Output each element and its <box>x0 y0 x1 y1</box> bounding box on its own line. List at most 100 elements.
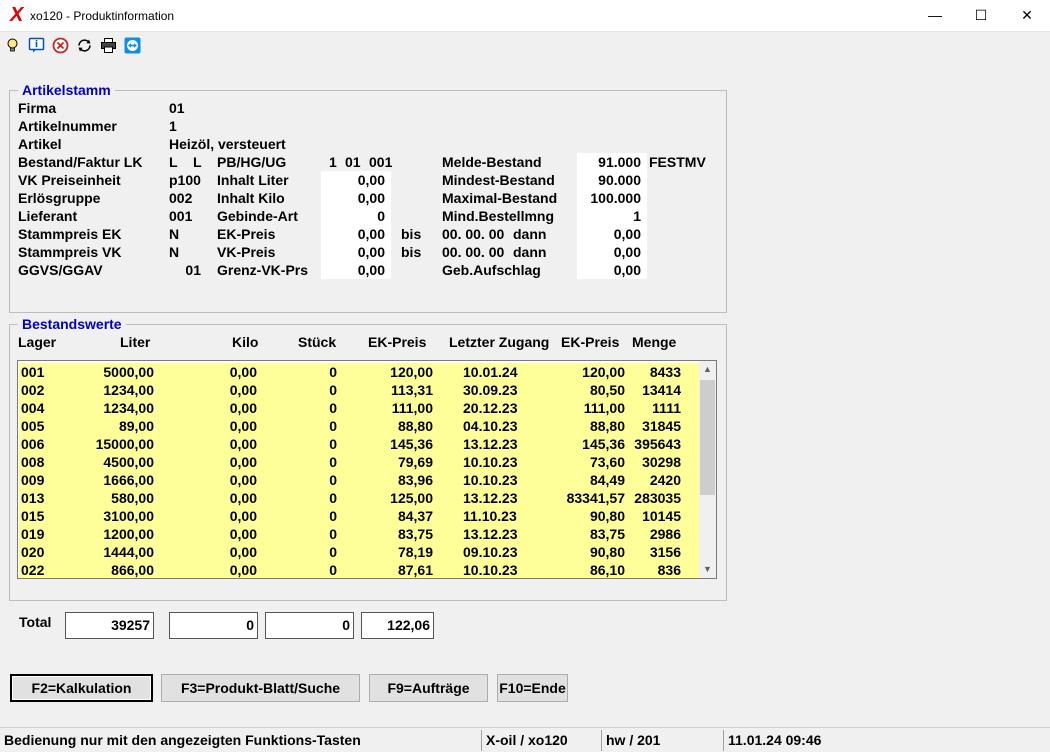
cancel-icon[interactable] <box>52 37 69 54</box>
gebinde-art-label: Gebinde-Art <box>217 208 298 224</box>
cell-stueck: 0 <box>329 382 337 398</box>
cell-liter: 89,00 <box>118 418 154 434</box>
cell-lager: 004 <box>21 400 45 416</box>
cell-menge: 836 <box>657 562 681 578</box>
cell-zugang-datum: 30.09.23 <box>463 382 518 398</box>
pb-value: 1 <box>329 154 337 170</box>
cell-stueck: 0 <box>329 454 337 470</box>
col-header-lager: Lager <box>18 334 57 350</box>
cell-liter: 1234,00 <box>103 400 154 416</box>
total-label: Total <box>19 614 52 630</box>
cell-ek-preis: 113,31 <box>390 382 433 398</box>
ug-value: 001 <box>369 154 393 170</box>
vk-dann-value: 0,00 <box>577 243 647 261</box>
lieferant-value: 001 <box>169 208 193 224</box>
col-header-kilo: Kilo <box>232 334 259 350</box>
cell-lager: 002 <box>21 382 45 398</box>
minimize-button[interactable]: — <box>912 0 958 31</box>
cell-zugang-datum: 13.12.23 <box>463 490 518 506</box>
ek-bis-date: 00. 00. 00 <box>442 226 505 242</box>
erloesgruppe-value: 002 <box>169 190 193 206</box>
table-row[interactable]: 019 1200,00 0,00 0 83,75 13.12.23 83,75 2986 <box>19 525 700 543</box>
total-liter: 39257 <box>65 612 154 639</box>
hg-value: 01 <box>345 154 361 170</box>
cell-kilo: 0,00 <box>229 436 257 452</box>
cell-stueck: 0 <box>329 472 337 488</box>
cell-lager: 019 <box>21 526 45 542</box>
print-icon[interactable] <box>100 37 117 54</box>
close-button[interactable]: ✕ <box>1004 0 1050 31</box>
cell-menge: 2420 <box>649 472 681 488</box>
geb-aufschlag-label: Geb.Aufschlag <box>442 262 541 278</box>
melde-bestand-value: 91.000 <box>577 153 647 171</box>
ek-dann-label: dann <box>513 226 547 242</box>
table-row[interactable]: 015 3100,00 0,00 0 84,37 11.10.23 90,80 10145 <box>19 507 700 525</box>
scroll-thumb[interactable] <box>700 380 715 495</box>
table-row[interactable]: 002 1234,00 0,00 0 113,31 30.09.23 80,50 13414 <box>19 381 700 399</box>
table-row[interactable]: 013 580,00 0,00 0 125,00 13.12.23 83341,57 2830… <box>19 489 700 507</box>
stammpreis-vk-label: Stammpreis VK <box>18 244 122 260</box>
total-stueck: 0 <box>265 612 354 639</box>
list-scrollbar[interactable]: ▲ ▼ <box>699 361 716 578</box>
table-row[interactable]: 008 4500,00 0,00 0 79,69 10.10.23 73,60 30298 <box>19 453 700 471</box>
table-row[interactable]: 005 89,00 0,00 0 88,80 04.10.23 88,80 31845 <box>19 417 700 435</box>
cell-ek-preis: 78,19 <box>397 544 433 560</box>
cell-kilo: 0,00 <box>229 364 257 380</box>
f9-auftraege-button[interactable]: F9=Aufträge <box>369 674 488 702</box>
cell-kilo: 0,00 <box>229 526 257 542</box>
f10-ende-button[interactable]: F10=Ende <box>497 674 568 702</box>
refresh-icon[interactable] <box>76 37 93 54</box>
cell-zugang-datum: 04.10.23 <box>463 418 518 434</box>
total-kilo: 0 <box>169 612 258 639</box>
col-header-letzter-zugang: Letzter Zugang <box>449 334 550 350</box>
inhalt-kilo-label: Inhalt Kilo <box>217 190 285 206</box>
lightbulb-icon[interactable] <box>4 37 21 54</box>
bestand-value: L <box>169 154 178 170</box>
pb-hg-ug-label: PB/HG/UG <box>217 154 287 170</box>
f2-kalkulation-button[interactable]: F2=Kalkulation <box>10 674 153 702</box>
table-row[interactable]: 009 1666,00 0,00 0 83,96 10.10.23 84,49 2420 <box>19 471 700 489</box>
bestand-list[interactable]: 001 5000,00 0,00 0 120,00 10.01.24 120,00 8433 0… <box>17 360 717 579</box>
scroll-up-icon[interactable]: ▲ <box>699 361 716 378</box>
cell-zugang-preis: 90,80 <box>589 544 625 560</box>
melde-bestand-label: Melde-Bestand <box>442 154 542 170</box>
table-row[interactable]: 020 1444,00 0,00 0 78,19 09.10.23 90,80 3156 <box>19 543 700 561</box>
cell-stueck: 0 <box>329 508 337 524</box>
f3-produkt-blatt-button[interactable]: F3=Produkt-Blatt/Suche <box>161 674 360 702</box>
ek-bis-label: bis <box>401 226 422 242</box>
table-row[interactable]: 004 1234,00 0,00 0 111,00 20.12.23 111,00 1111 <box>19 399 700 417</box>
firma-value: 01 <box>169 100 185 116</box>
cell-zugang-datum: 20.12.23 <box>463 400 518 416</box>
table-row[interactable]: 001 5000,00 0,00 0 120,00 10.01.24 120,00 8433 <box>19 363 700 381</box>
cell-stueck: 0 <box>329 400 337 416</box>
cell-ek-preis: 87,61 <box>397 562 433 578</box>
cell-stueck: 0 <box>329 562 337 578</box>
cell-menge: 8433 <box>649 364 681 380</box>
teamviewer-icon[interactable] <box>124 37 141 54</box>
status-message: Bedienung nur mit den angezeigten Funkti… <box>4 732 361 748</box>
info-icon[interactable] <box>28 37 45 54</box>
ggvs-ggav-value: 01 <box>185 262 201 278</box>
cell-menge: 1111 <box>652 400 681 416</box>
window-title: xo120 - Produktinformation <box>30 9 175 23</box>
stammpreis-ek-value: N <box>169 226 180 242</box>
artikel-value: Heizöl, versteuert <box>169 136 286 152</box>
cell-kilo: 0,00 <box>229 382 257 398</box>
cell-zugang-datum: 10.01.24 <box>463 364 518 380</box>
cell-zugang-preis: 120,00 <box>582 364 625 380</box>
artikel-label: Artikel <box>18 136 62 152</box>
artikelstamm-legend: Artikelstamm <box>18 82 115 98</box>
ggvs-ggav-label: GGVS/GGAV <box>18 262 103 278</box>
gebinde-art-value: 0 <box>321 207 391 225</box>
stammpreis-ek-label: Stammpreis EK <box>18 226 122 242</box>
table-row[interactable]: 006 15000,00 0,00 0 145,36 13.12.23 145,36 3956… <box>19 435 700 453</box>
mind-bestellmenge-value: 1 <box>577 207 647 225</box>
status-bar: Bedienung nur mit den angezeigten Funkti… <box>0 727 1050 752</box>
table-row[interactable]: 022 866,00 0,00 0 87,61 10.10.23 86,10 836 <box>19 561 700 578</box>
cell-lager: 005 <box>21 418 45 434</box>
cell-menge: 13414 <box>642 382 681 398</box>
cell-zugang-preis: 145,36 <box>582 436 625 452</box>
maximize-button[interactable]: ☐ <box>958 0 1004 31</box>
scroll-down-icon[interactable]: ▼ <box>699 561 716 578</box>
cell-stueck: 0 <box>329 364 337 380</box>
